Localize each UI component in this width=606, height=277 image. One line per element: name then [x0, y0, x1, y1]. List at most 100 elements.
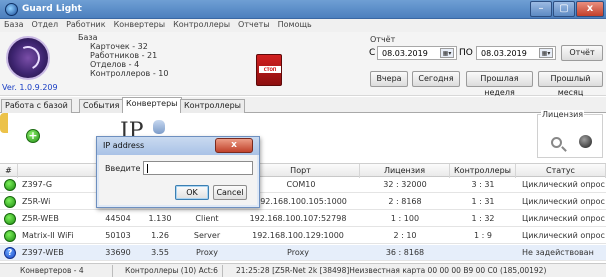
license-group: Лицензия — [537, 110, 603, 158]
status-ok-icon — [4, 179, 16, 191]
menu-item-converters[interactable]: Конвертеры — [110, 19, 170, 29]
last-week-button[interactable]: Прошлая неделя — [466, 71, 533, 97]
cell-status: Циклический опрос — [522, 197, 605, 206]
cell-type: Z397-G — [22, 180, 53, 189]
dialog-title: IP address — [103, 141, 145, 150]
date-from-value: 08.03.2019 — [382, 49, 428, 58]
settings-icon[interactable] — [0, 113, 8, 133]
database-icon[interactable] — [153, 120, 165, 134]
col-header-status[interactable]: Статус — [516, 164, 606, 178]
maximize-button[interactable]: ▢ — [553, 1, 575, 17]
stats-header: База — [78, 33, 98, 42]
report-button[interactable]: Отчёт — [561, 45, 603, 61]
cell-controllers — [450, 245, 516, 261]
cell-license: 2 : 8168 — [388, 197, 422, 206]
tab-work-with-base[interactable]: Работа с базой — [1, 99, 72, 113]
table-row[interactable]: Matrix-II WiFi 50103 1.26 Server 192.168… — [0, 228, 606, 244]
stat-employees: Работников - 21 — [90, 51, 158, 60]
col-header-controllers[interactable]: Контроллеры — [450, 164, 516, 178]
tab-controllers[interactable]: Контроллеры — [180, 99, 245, 113]
ok-button[interactable]: OK — [175, 185, 209, 200]
cell-port: 192.168.100.107:52798 — [249, 214, 347, 223]
menu-item-employee[interactable]: Работник — [62, 19, 109, 29]
tab-events[interactable]: События — [79, 99, 124, 113]
status-ok-icon — [4, 213, 16, 225]
cell-license: 32 : 32000 — [383, 180, 427, 189]
cell-mode: Server — [193, 231, 221, 240]
last-month-button[interactable]: Прошлый месяц — [538, 71, 603, 97]
calendar-icon[interactable]: ▦▾ — [539, 48, 553, 58]
alarm-label: СТОП ОХРАНА — [259, 66, 281, 73]
status-unknown-icon: ? — [4, 247, 16, 259]
cell-mode: Client — [195, 214, 219, 223]
cell-license: 2 : 10 — [393, 231, 417, 240]
title-bar: Guard Light – ▢ x — [0, 0, 606, 19]
status-separator — [222, 265, 223, 277]
status-bar: Конвертеров - 4 Контроллеры (10) Act:6 2… — [0, 263, 606, 277]
cell-status: Циклический опрос — [522, 231, 605, 240]
menu-item-help[interactable]: Помощь — [274, 19, 316, 29]
calendar-icon[interactable]: ▦▾ — [440, 48, 454, 58]
date-from-picker[interactable]: 08.03.2019 ▦▾ — [377, 46, 457, 60]
today-button[interactable]: Сегодня — [412, 71, 460, 87]
ip-address-input[interactable] — [143, 161, 253, 175]
ip-address-dialog: IP address x Введите OK Cancel — [96, 136, 260, 208]
col-header-number[interactable]: # — [0, 164, 18, 178]
report-group-label: Отчёт — [370, 35, 396, 44]
ip-field-label: Введите — [105, 164, 141, 173]
minimize-button[interactable]: – — [530, 1, 552, 17]
dialog-body: Введите OK Cancel — [99, 155, 257, 205]
cell-serial: 44504 — [105, 214, 131, 223]
close-window-button[interactable]: x — [576, 1, 604, 17]
cell-serial: 33690 — [105, 248, 131, 257]
dialog-close-button[interactable]: x — [215, 138, 253, 153]
info-panel: Ver. 1.0.9.209 База Карточек - 32 Работн… — [0, 32, 606, 97]
tab-bar: Работа с базой События Конвертеры Контро… — [0, 97, 606, 114]
converters-toolbar: + IP Лицензия — [0, 110, 606, 163]
cell-controllers: 3 : 31 — [471, 180, 495, 189]
cell-type: Matrix-II WiFi — [22, 231, 74, 240]
menu-bar: База Отдел Работник Конвертеры Контролле… — [0, 19, 606, 32]
tab-converters[interactable]: Конвертеры — [122, 97, 182, 114]
search-license-icon[interactable] — [551, 137, 562, 148]
date-to-picker[interactable]: 08.03.2019 ▦▾ — [476, 46, 556, 60]
menu-item-department[interactable]: Отдел — [28, 19, 63, 29]
status-separator — [112, 265, 113, 277]
col-header-license[interactable]: Лицензия — [360, 164, 450, 178]
status-converters-count: Конвертеров - 4 — [20, 266, 84, 275]
yesterday-button[interactable]: Вчера — [370, 71, 408, 87]
date-from-label: С — [369, 48, 376, 58]
add-converter-icon[interactable]: + — [26, 129, 40, 143]
table-row[interactable]: ? Z397-WEB 33690 3.55 Proxy Proxy 36 : 8… — [0, 245, 606, 261]
menu-item-reports[interactable]: Отчеты — [234, 19, 274, 29]
globe-license-icon[interactable] — [579, 135, 592, 148]
app-logo-icon — [5, 3, 18, 16]
cell-mode: Proxy — [196, 248, 218, 257]
converters-table: # Т Порт Лицензия Контроллеры Статус Z39… — [0, 163, 606, 262]
dialog-title-bar[interactable]: IP address x — [97, 137, 259, 155]
menu-item-base[interactable]: База — [0, 19, 28, 29]
date-to-value: 08.03.2019 — [481, 49, 527, 58]
status-controllers-count: Контроллеры (10) Act:6 — [125, 266, 218, 275]
cell-version: 3.55 — [151, 248, 169, 257]
status-ok-icon — [4, 230, 16, 242]
cell-version: 1.26 — [151, 231, 169, 240]
cell-serial: 50103 — [105, 231, 131, 240]
cell-controllers: 1 : 32 — [471, 214, 495, 223]
menu-item-controllers[interactable]: Контроллеры — [169, 19, 234, 29]
table-row[interactable]: Z397-G COM10 32 : 32000 3 : 31 Циклическ… — [0, 177, 606, 193]
table-row[interactable]: Z5R-Wi 192.168.100.105:1000 2 : 8168 1 :… — [0, 194, 606, 210]
license-group-label: Лицензия — [541, 110, 585, 119]
alarm-stop-button[interactable]: СТОП ОХРАНА — [256, 54, 282, 86]
cell-version: 1.130 — [148, 214, 172, 223]
cell-license: 36 : 8168 — [385, 248, 425, 257]
cell-port: 192.168.100.129:1000 — [252, 231, 344, 240]
status-ok-icon — [4, 196, 16, 208]
cancel-button[interactable]: Cancel — [213, 185, 247, 200]
text-cursor — [147, 164, 148, 173]
table-row[interactable]: Z5R-WEB 44504 1.130 Client 192.168.100.1… — [0, 211, 606, 227]
cell-status: Циклический опрос — [522, 180, 605, 189]
cell-type: Z397-WEB — [22, 248, 64, 257]
cell-port: Proxy — [287, 248, 309, 257]
cell-status: Циклический опрос — [522, 214, 605, 223]
